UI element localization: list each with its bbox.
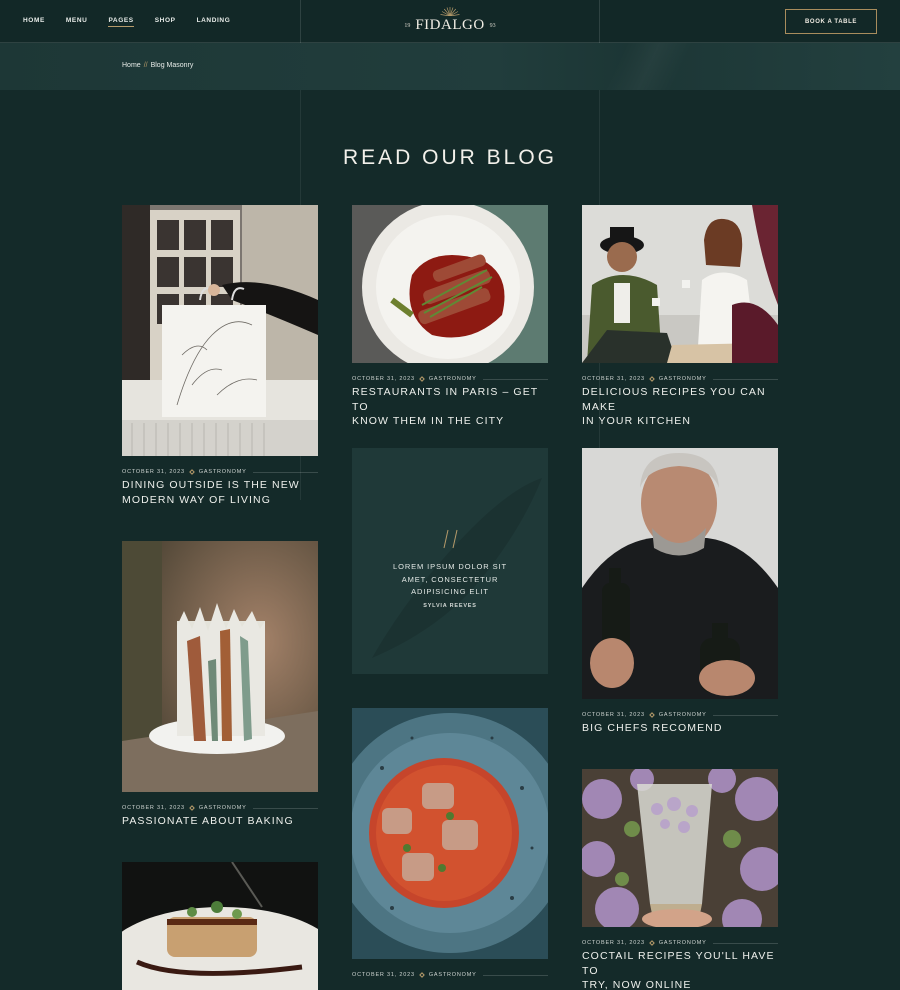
book-table-button[interactable]: BOOK A TABLE — [785, 9, 877, 34]
post-meta: OCTOBER 31, 2023 GASTRONOMY — [122, 469, 318, 475]
quote-line: ADIPISICING ELIT — [411, 587, 489, 596]
post-title[interactable]: RESTAURANTS IN PARIS – GET TO KNOW THEM … — [352, 385, 548, 429]
meta-divider — [712, 942, 778, 944]
nav-item-landing[interactable]: LANDING — [197, 17, 231, 26]
post-image[interactable] — [122, 862, 318, 990]
meta-divider — [252, 807, 318, 809]
post-title-line: RESTAURANTS IN PARIS – GET TO — [352, 386, 539, 413]
main-nav: HOME MENU PAGES SHOP LANDING — [23, 0, 251, 43]
header-divider — [300, 0, 301, 43]
breadcrumb: Home // Blog Masonry — [122, 62, 193, 69]
diamond-icon — [419, 972, 425, 978]
site-header: HOME MENU PAGES SHOP LANDING 19 FIDALGO … — [0, 0, 900, 43]
post-title[interactable]: COCTAIL RECIPES YOU'LL HAVE TO TRY, NOW … — [582, 949, 778, 990]
steak-plate-photo — [352, 205, 548, 363]
page-title: READ OUR BLOG — [342, 146, 558, 169]
quote-author: SYLVIA REEVES — [423, 603, 477, 609]
post-meta: OCTOBER 31, 2023 GASTRONOMY — [352, 972, 548, 978]
post-title-line: KNOW THEM IN THE CITY — [352, 415, 505, 427]
diamond-icon — [649, 940, 655, 946]
couple-coffee-photo — [582, 205, 778, 363]
breadcrumb-current: Blog Masonry — [150, 62, 194, 69]
takeaway-bag-photo — [122, 205, 318, 456]
post-title-line: DELICIOUS RECIPES YOU CAN MAKE — [582, 386, 766, 413]
diamond-icon — [649, 712, 655, 718]
post-category[interactable]: GASTRONOMY — [199, 469, 247, 475]
post-image[interactable] — [352, 708, 548, 959]
quote-card: LOREM IPSUM DOLOR SIT AMET, CONSECTETUR … — [352, 448, 548, 674]
post-meta: OCTOBER 31, 2023 GASTRONOMY — [122, 805, 318, 811]
post-title-line: DINING OUTSIDE IS THE NEW — [122, 479, 300, 491]
post-category[interactable]: GASTRONOMY — [659, 940, 707, 946]
breadcrumb-home-link[interactable]: Home — [122, 62, 141, 69]
post-title-line: TRY, NOW ONLINE — [582, 979, 692, 990]
post-meta: OCTOBER 31, 2023 GASTRONOMY — [582, 712, 778, 718]
post-image[interactable] — [582, 769, 778, 927]
logo-year-right: 93 — [489, 22, 496, 29]
post-title-line: PASSIONATE ABOUT BAKING — [122, 815, 294, 827]
quote-icon — [443, 529, 458, 549]
post-date: OCTOBER 31, 2023 — [582, 712, 645, 718]
nav-item-shop[interactable]: SHOP — [155, 17, 176, 26]
post-date: OCTOBER 31, 2023 — [582, 940, 645, 946]
post-title-line: COCTAIL RECIPES YOU'LL HAVE TO — [582, 950, 775, 977]
nav-item-pages[interactable]: PAGES — [108, 17, 134, 27]
post-date: OCTOBER 31, 2023 — [352, 972, 415, 978]
logo[interactable]: 19 FIDALGO 93 — [400, 6, 500, 38]
diamond-icon — [189, 805, 195, 811]
post-date: OCTOBER 31, 2023 — [122, 469, 185, 475]
plated-dish-photo — [122, 862, 318, 990]
breadcrumb-separator: // — [143, 62, 148, 69]
cocktail-lilac-photo — [582, 769, 778, 927]
post-category[interactable]: GASTRONOMY — [659, 712, 707, 718]
quote-line: AMET, CONSECTETUR — [401, 574, 499, 584]
post-meta: OCTOBER 31, 2023 GASTRONOMY — [352, 376, 548, 382]
cake-photo — [122, 541, 318, 792]
header-divider — [599, 0, 600, 43]
post-title-line: BIG CHEFS RECOMEND — [582, 722, 723, 734]
post-category[interactable]: GASTRONOMY — [429, 972, 477, 978]
logo-year-left: 19 — [404, 22, 411, 29]
nav-item-home[interactable]: HOME — [23, 17, 45, 26]
post-title[interactable]: DELICIOUS RECIPES YOU CAN MAKE IN YOUR K… — [582, 385, 778, 429]
post-title[interactable]: BIG CHEFS RECOMEND — [582, 721, 778, 736]
post-category[interactable]: GASTRONOMY — [659, 376, 707, 382]
chef-wine-photo — [582, 448, 778, 699]
meta-divider — [712, 378, 778, 380]
soup-bowl-photo — [352, 708, 548, 959]
post-image[interactable] — [352, 205, 548, 363]
post-title[interactable]: DINING OUTSIDE IS THE NEW MODERN WAY OF … — [122, 478, 318, 507]
post-title-line: IN YOUR KITCHEN — [582, 415, 692, 427]
post-category[interactable]: GASTRONOMY — [199, 805, 247, 811]
diamond-icon — [189, 469, 195, 475]
logo-name: FIDALGO — [415, 17, 485, 33]
post-date: OCTOBER 31, 2023 — [122, 805, 185, 811]
diamond-icon — [649, 376, 655, 382]
sunburst-icon — [440, 7, 460, 16]
post-meta: OCTOBER 31, 2023 GASTRONOMY — [582, 376, 778, 382]
post-title[interactable]: PASSIONATE ABOUT BAKING — [122, 814, 318, 829]
post-image[interactable] — [582, 205, 778, 363]
meta-divider — [252, 471, 318, 473]
post-image[interactable] — [582, 448, 778, 699]
meta-divider — [482, 378, 548, 380]
post-image[interactable] — [122, 205, 318, 456]
post-date: OCTOBER 31, 2023 — [582, 376, 645, 382]
meta-divider — [712, 714, 778, 716]
post-category[interactable]: GASTRONOMY — [429, 376, 477, 382]
nav-item-menu[interactable]: MENU — [66, 17, 88, 26]
diamond-icon — [419, 376, 425, 382]
post-image[interactable] — [122, 541, 318, 792]
post-date: OCTOBER 31, 2023 — [352, 376, 415, 382]
quote-text: LOREM IPSUM DOLOR SIT AMET, CONSECTETUR … — [372, 561, 528, 599]
quote-line: LOREM IPSUM DOLOR SIT — [393, 562, 507, 571]
meta-divider — [482, 974, 548, 976]
post-title-line: MODERN WAY OF LIVING — [122, 493, 271, 506]
post-meta: OCTOBER 31, 2023 GASTRONOMY — [582, 940, 778, 946]
